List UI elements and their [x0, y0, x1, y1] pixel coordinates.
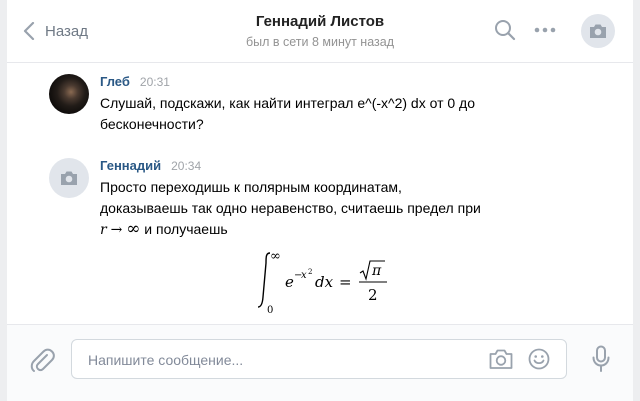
camera-icon [489, 349, 513, 369]
photo-button[interactable] [488, 348, 514, 375]
integrand-base: e [285, 273, 294, 291]
avatar[interactable] [49, 74, 89, 114]
search-icon [495, 20, 516, 41]
message-text: Просто переходишь к полярным координатам… [100, 177, 540, 241]
more-button[interactable] [533, 22, 557, 43]
attach-button[interactable] [29, 347, 55, 378]
microphone-icon [592, 345, 610, 372]
smile-icon [528, 348, 550, 370]
message-line: бесконечности? [100, 116, 204, 132]
message-input[interactable] [86, 340, 470, 380]
more-icon [534, 27, 556, 33]
exponent-variable: x [301, 270, 307, 281]
camera-icon [590, 24, 606, 38]
chat-header: Назад Геннадий Листов был в сети 8 минут… [7, 0, 633, 63]
integral-lower-limit: 0 [267, 305, 273, 315]
camera-icon [61, 171, 77, 185]
chat-window: Назад Геннадий Листов был в сети 8 минут… [7, 0, 633, 401]
chevron-left-icon [23, 22, 35, 40]
message-author[interactable]: Глеб [100, 74, 130, 89]
differential: dx [315, 273, 334, 291]
message-math-line: r → ∞ и получаешь [100, 219, 540, 241]
message-author[interactable]: Геннадий [100, 158, 161, 173]
message-line: Слушай, подскажи, как найти интеграл e^(… [100, 95, 476, 111]
integral-sign [257, 252, 271, 308]
voice-message-button[interactable] [591, 345, 611, 378]
equals-sign: = [339, 273, 352, 291]
paperclip-icon [30, 348, 55, 372]
avatar[interactable] [49, 158, 89, 198]
math-variable: r [100, 222, 107, 238]
message-list: Глеб 20:31 Слушай, подскажи, как найти и… [7, 62, 633, 324]
message-line: Просто переходишь к полярным координатам… [100, 179, 402, 195]
message-body: Глеб 20:31 Слушай, подскажи, как найти и… [100, 74, 540, 135]
math-arrow: → [110, 222, 123, 238]
back-label: Назад [45, 22, 88, 40]
message-line: доказываешь так одно неравенство, считае… [100, 200, 481, 216]
search-button[interactable] [493, 18, 517, 47]
exponent-power: 2 [308, 268, 312, 276]
message-body: Геннадий 20:34 Просто переходишь к поляр… [100, 158, 540, 319]
message-time: 20:31 [139, 75, 170, 89]
emoji-button[interactable] [528, 348, 550, 375]
message-time: 20:34 [171, 159, 202, 173]
fraction-numerator: π [371, 263, 382, 279]
message-composer [7, 324, 633, 401]
message-input-box [71, 339, 567, 380]
math-infinity: ∞ [126, 219, 141, 239]
fraction-denominator: 2 [368, 286, 378, 304]
contact-name[interactable]: Геннадий Листов [256, 13, 384, 30]
contact-avatar[interactable] [581, 14, 615, 48]
integral-formula: ∞ 0 e − x 2 dx = π 2 [257, 249, 387, 315]
back-button[interactable]: Назад [23, 18, 88, 44]
message-text: Слушай, подскажи, как найти интеграл e^(… [100, 93, 540, 135]
integral-upper-limit: ∞ [270, 249, 281, 264]
message-line-tail: и получаешь [140, 221, 228, 237]
